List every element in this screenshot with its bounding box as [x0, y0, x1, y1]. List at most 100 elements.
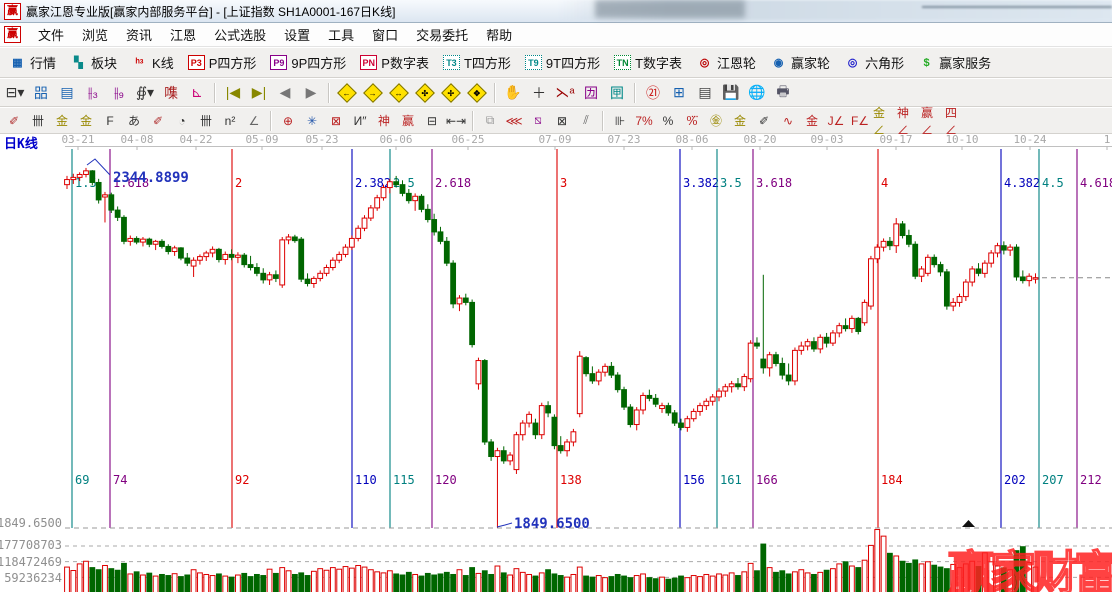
- tool-compass-target[interactable]: ⊕: [276, 110, 300, 132]
- menu-item-3[interactable]: 江恩: [161, 22, 205, 47]
- menu-item-0[interactable]: 文件: [29, 22, 73, 47]
- menu-item-7[interactable]: 窗口: [363, 22, 407, 47]
- tool-eraser-tool[interactable]: ✐: [2, 110, 26, 132]
- tool-fan-box-dark[interactable]: ⊠: [550, 110, 574, 132]
- tool-first-page[interactable]: |◀: [220, 81, 246, 105]
- menu-bar: 赢 文件 浏览 资讯 江恩 公式选股 设置 工具 窗口 交易委托 帮助: [0, 23, 1112, 47]
- tool-zoom-out-x[interactable]: ←: [334, 81, 360, 105]
- p-square-label: P四方形: [208, 56, 257, 71]
- toolbar-button-gann-wheel[interactable]: ◎ 江恩轮: [690, 50, 762, 75]
- tool-parallel-lines[interactable]: ⫽: [574, 110, 598, 132]
- toolbar-button-winner-wheel[interactable]: ◉ 赢家轮: [764, 50, 836, 75]
- tool-spider-web[interactable]: ✳: [300, 110, 324, 132]
- title-bar: 赢 赢家江恩专业版[赢家内部服务平台] - [上证指数 SH1A0001-167…: [0, 0, 1112, 23]
- tool-calculator[interactable]: ⊞: [666, 81, 692, 105]
- tool-brush-2[interactable]: ✐: [752, 110, 776, 132]
- tool-scale-ruler[interactable]: ⊪: [608, 110, 632, 132]
- tool-calendar[interactable]: ㉑: [640, 81, 666, 105]
- tool-box-web[interactable]: ⊠: [324, 110, 348, 132]
- tool-wave-a[interactable]: ∿: [776, 110, 800, 132]
- tool-bars-3[interactable]: ⫲₃: [80, 81, 106, 105]
- toolbar-button-p-digit-table[interactable]: PN P数字表: [354, 50, 435, 75]
- tool-expand-v[interactable]: ✢: [438, 81, 464, 105]
- tool-volume-profile[interactable]: ⊾: [184, 81, 210, 105]
- tool-percent-lines[interactable]: %⃛: [680, 110, 704, 132]
- tool-fan-red[interactable]: ⋘: [502, 110, 526, 132]
- tool-candle-menu[interactable]: ∯▾: [132, 81, 158, 105]
- tool-expand-all[interactable]: ✥: [464, 81, 490, 105]
- menu-item-8[interactable]: 交易委托: [407, 22, 477, 47]
- menu-item-2[interactable]: 资讯: [117, 22, 161, 47]
- tool-shen-angle[interactable]: 神∠: [896, 106, 920, 137]
- tool-zoom-in-x[interactable]: →: [360, 81, 386, 105]
- tool-page-fwd[interactable]: ▶: [298, 81, 324, 105]
- tool-time-grid[interactable]: 卌: [26, 110, 50, 132]
- tool-four-angle[interactable]: 四∠: [944, 106, 968, 137]
- tool-wave-mark[interactable]: И″: [348, 110, 372, 132]
- toolbar-button-hexagon[interactable]: ◎ 六角形: [838, 50, 910, 75]
- tool-percent-7[interactable]: 7%: [632, 110, 656, 132]
- toolbar-button-kline[interactable]: ʰᵌ K线: [125, 50, 180, 75]
- toolbar-button-sectors[interactable]: ▚ 板块: [64, 50, 123, 75]
- tool-gold-grid-2[interactable]: 金: [74, 110, 98, 132]
- tool-win-grid[interactable]: 赢: [396, 110, 420, 132]
- tool-f-grid[interactable]: F: [98, 110, 122, 132]
- tool-last-page[interactable]: ▶|: [246, 81, 272, 105]
- tool-gann-box-tool[interactable]: 㘞: [578, 81, 604, 105]
- tool-angle-measure[interactable]: ⋋ᵃ: [552, 81, 578, 105]
- tool-spiral[interactable]: あ: [122, 110, 146, 132]
- tool-j-angle[interactable]: J∠: [824, 110, 848, 132]
- menu-item-9[interactable]: 帮助: [477, 22, 521, 47]
- tool-gold-line[interactable]: 金: [728, 110, 752, 132]
- toolbar-button-winner-service[interactable]: $ 赢家服务: [912, 50, 997, 75]
- tool-brush-red[interactable]: ✐: [146, 110, 170, 132]
- tool-f-angle[interactable]: F∠: [848, 110, 872, 132]
- tool-clock-cycle[interactable]: ◔: [170, 110, 194, 132]
- tool-hand-tool[interactable]: ✋: [500, 81, 526, 105]
- tool-notepad[interactable]: ▤: [692, 81, 718, 105]
- tool-gold-under[interactable]: 金: [800, 110, 824, 132]
- menu-item-6[interactable]: 工具: [319, 22, 363, 47]
- tool-bar-grid[interactable]: 卌: [194, 110, 218, 132]
- tool-expand-h[interactable]: ↔: [386, 81, 412, 105]
- tool-ruler-123[interactable]: ⊟: [420, 110, 444, 132]
- toolbar-button-t-digit-table[interactable]: TN T数字表: [608, 50, 688, 75]
- tool-shen-grid[interactable]: 神: [372, 110, 396, 132]
- tool-box-tool-gray[interactable]: ⧉: [478, 110, 502, 132]
- toolbar-button-9p-square[interactable]: P9 9P四方形: [264, 50, 352, 75]
- toolbar-button-quotes[interactable]: ▦ 行情: [3, 50, 62, 75]
- candle-body: [532, 422, 539, 436]
- tool-overlay-chart[interactable]: 㗊: [28, 81, 54, 105]
- tool-kline-style-menu[interactable]: ⊟▾: [2, 81, 28, 105]
- tool-bars-9[interactable]: ⫲₉: [106, 81, 132, 105]
- tool-gold-grid-1[interactable]: 金: [50, 110, 74, 132]
- tool-percent[interactable]: %: [656, 110, 680, 132]
- tool-n-square[interactable]: n²: [218, 110, 242, 132]
- tool-angle-a[interactable]: ∠: [242, 110, 266, 132]
- volume-bar: [159, 573, 165, 592]
- chart-area[interactable]: 日K线 03-21 04-08 04-22 05-09 05-23 06-06 06-25 07…: [0, 133, 1112, 592]
- menu-item-4[interactable]: 公式选股: [205, 22, 275, 47]
- tool-span-arrows[interactable]: ⇤⇥: [444, 110, 468, 132]
- tool-print[interactable]: 🖶: [770, 81, 796, 105]
- tool-page-back[interactable]: ◀: [272, 81, 298, 105]
- tool-info-panel[interactable]: ▤: [54, 81, 80, 105]
- tool-crosshair-tool[interactable]: ＋: [526, 81, 552, 105]
- tool-web-export[interactable]: 🌐: [744, 81, 770, 105]
- tool-gold-circle[interactable]: ㊎: [704, 110, 728, 132]
- toolbar-button-9t-square[interactable]: T9 9T四方形: [519, 50, 606, 75]
- tool-pattern-grid[interactable]: 㗱: [158, 81, 184, 105]
- menu-item-5[interactable]: 设置: [275, 22, 319, 47]
- toolbar-button-p-square[interactable]: P3 P四方形: [182, 50, 263, 75]
- candle-body: [576, 355, 583, 415]
- tool-compress-h[interactable]: ✣: [412, 81, 438, 105]
- tool-fan-box-purple[interactable]: ⧅: [526, 110, 550, 132]
- tool-cycle-tool[interactable]: 㘡: [604, 81, 630, 105]
- tool-gold-angle[interactable]: 金∠: [872, 106, 896, 137]
- shen-angle-icon: 神∠: [897, 105, 910, 137]
- toolbar-button-t-square[interactable]: T3 T四方形: [437, 50, 517, 75]
- menu-item-1[interactable]: 浏览: [73, 22, 117, 47]
- kline-chart-canvas[interactable]: 日K线 03-21 04-08 04-22 05-09 05-23 06-06 06-25 07…: [0, 133, 1112, 592]
- tool-save[interactable]: 💾: [718, 81, 744, 105]
- tool-win-angle[interactable]: 赢∠: [920, 106, 944, 137]
